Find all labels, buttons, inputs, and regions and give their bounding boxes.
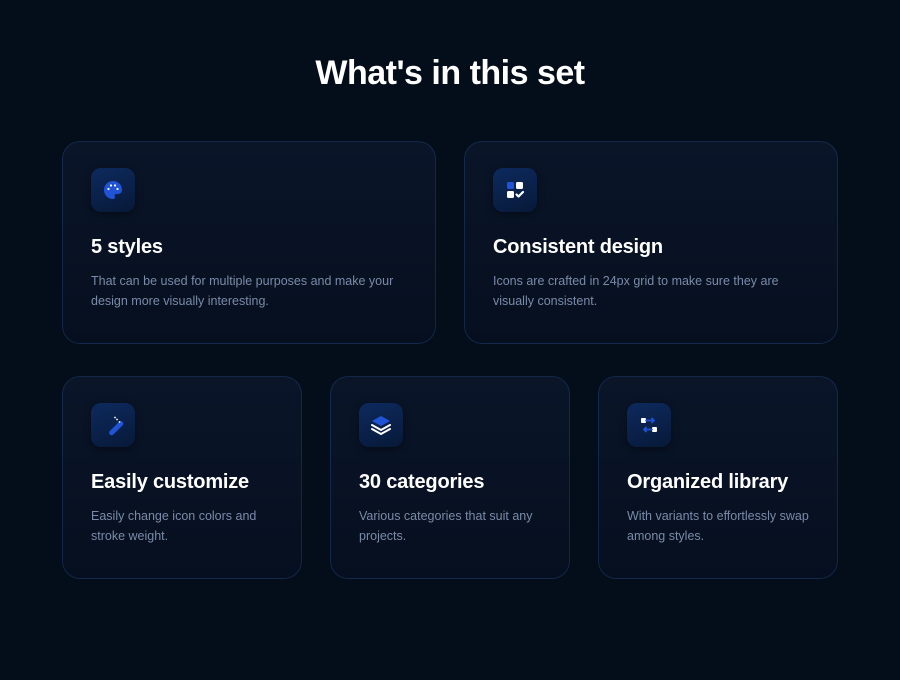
card-description: Icons are crafted in 24px grid to make s… — [493, 271, 809, 311]
feature-cards-row1: 5 styles That can be used for multiple p… — [0, 141, 900, 344]
card-title: Consistent design — [493, 236, 809, 259]
page-title: What's in this set — [0, 0, 900, 141]
feature-card-customize: Easily customize Easily change icon colo… — [62, 376, 302, 579]
palette-icon — [91, 168, 135, 212]
feature-card-organized: Organized library With variants to effor… — [598, 376, 838, 579]
card-description: That can be used for multiple purposes a… — [91, 271, 407, 311]
card-description: With variants to effortlessly swap among… — [627, 506, 809, 546]
card-description: Various categories that suit any project… — [359, 506, 541, 546]
card-title: Easily customize — [91, 471, 273, 494]
layers-icon — [359, 403, 403, 447]
grid-check-icon — [493, 168, 537, 212]
feature-cards-row2: Easily customize Easily change icon colo… — [0, 376, 900, 579]
feature-card-categories: 30 categories Various categories that su… — [330, 376, 570, 579]
feature-card-styles: 5 styles That can be used for multiple p… — [62, 141, 436, 344]
flow-icon — [627, 403, 671, 447]
card-title: 30 categories — [359, 471, 541, 494]
card-title: Organized library — [627, 471, 809, 494]
magic-wand-icon — [91, 403, 135, 447]
feature-card-consistent: Consistent design Icons are crafted in 2… — [464, 141, 838, 344]
card-description: Easily change icon colors and stroke wei… — [91, 506, 273, 546]
card-title: 5 styles — [91, 236, 407, 259]
